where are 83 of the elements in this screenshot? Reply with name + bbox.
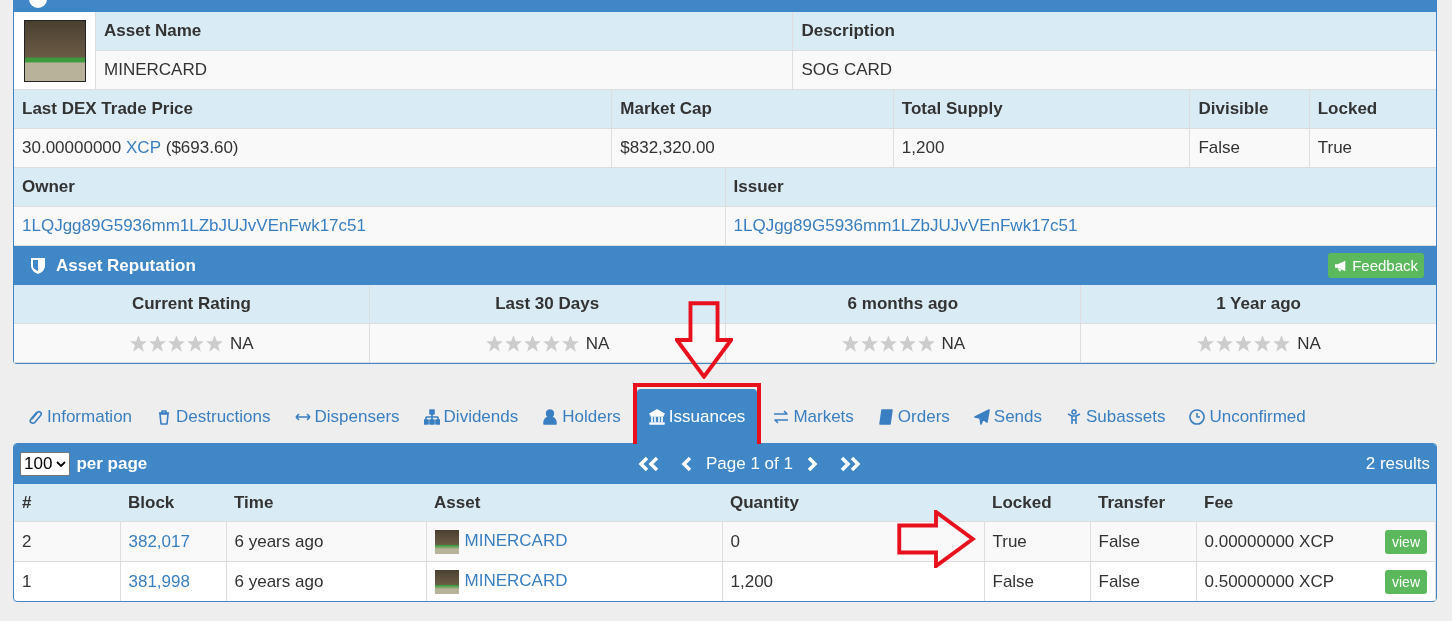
hierarchy-icon <box>423 409 440 425</box>
table-cell: False <box>1098 531 1141 551</box>
total-supply: 1,200 <box>893 129 1190 168</box>
section-title: Asset Reputation <box>56 255 196 276</box>
tab[interactable]: Information <box>15 391 145 443</box>
tab[interactable]: Dispensers <box>282 391 412 443</box>
table-cell: False <box>1098 571 1141 591</box>
tab[interactable]: Holders <box>530 391 633 443</box>
view-button[interactable]: view <box>1385 529 1427 554</box>
page-indicator: Page 1 of 1 <box>706 454 793 474</box>
column-header: Current Rating <box>14 285 369 324</box>
table-cell: 0.50000000 XCP <box>1204 571 1334 591</box>
column-header: Market Cap <box>612 90 893 129</box>
rating-value: NA <box>1297 333 1321 353</box>
asset-link[interactable]: MINERCARD <box>464 571 568 590</box>
column-header: Quantity <box>730 492 799 512</box>
table-cell: 6 years ago <box>234 571 324 591</box>
paperclip-icon <box>27 409 43 425</box>
price-usd: ($693.60) <box>165 138 239 157</box>
chevron-down-icon <box>56 461 67 467</box>
column-header: 6 months ago <box>725 285 1081 324</box>
column-header: Owner <box>14 168 725 207</box>
price-amount: 30.00000000 <box>22 138 122 157</box>
exchange-arrows-icon <box>773 409 790 425</box>
column-header: Time <box>234 492 274 512</box>
paper-plane-icon <box>973 409 990 425</box>
column-header: # <box>22 492 32 512</box>
column-header: Issuer <box>725 168 1436 207</box>
tab[interactable]: Dividends <box>411 391 531 443</box>
person-icon <box>1066 409 1082 425</box>
column-header: Divisible <box>1190 90 1309 129</box>
currency-link[interactable]: XCP <box>126 138 161 157</box>
tab[interactable]: Issuances <box>636 389 758 445</box>
divisible-value: False <box>1190 129 1309 168</box>
rating-value: NA <box>585 333 610 353</box>
column-header: Fee <box>1204 492 1234 512</box>
column-header: Last DEX Trade Price <box>14 90 612 129</box>
rating-value: NA <box>230 333 254 353</box>
table-cell: False <box>992 571 1035 591</box>
asset-name: MINERCARD <box>96 51 793 90</box>
column-header: Transfer <box>1098 492 1166 512</box>
column-header: Total Supply <box>893 90 1190 129</box>
tab[interactable]: Sends <box>961 391 1054 443</box>
asset-link[interactable]: MINERCARD <box>464 531 568 550</box>
table-cell: True <box>992 531 1027 551</box>
column-header: Block <box>128 492 175 512</box>
previous-page-icon[interactable] <box>680 456 694 472</box>
market-cap: $832,320.00 <box>612 129 893 168</box>
results-count: 2 results <box>1365 454 1430 474</box>
column-header: Locked <box>1309 90 1436 129</box>
column-header: Asset Name <box>96 12 793 51</box>
column-header: Asset <box>434 492 481 512</box>
table-cell: 0 <box>730 531 740 551</box>
column-header: Last 30 Days <box>369 285 725 324</box>
shield-icon <box>30 256 46 275</box>
block-link[interactable]: 381,998 <box>128 571 190 591</box>
view-button[interactable]: view <box>1385 569 1427 594</box>
column-header: 1 Year ago <box>1081 285 1436 324</box>
card-thumbnail <box>434 569 459 594</box>
tab[interactable]: Subassets <box>1054 391 1178 443</box>
tab[interactable]: Orders <box>865 391 962 443</box>
bank-icon <box>648 409 665 425</box>
table-cell: 6 years ago <box>234 531 324 551</box>
table-cell: 1 <box>22 571 32 591</box>
table-cell: 2 <box>22 531 32 551</box>
tab[interactable]: Markets <box>761 391 866 443</box>
column-header: Description <box>793 12 1436 51</box>
tab[interactable]: Destructions <box>144 391 283 443</box>
table-cell: 1,200 <box>730 571 774 591</box>
rating-value: NA <box>941 333 966 353</box>
book-icon <box>877 409 894 425</box>
per-page-select[interactable]: 100 <box>20 452 71 476</box>
feedback-button[interactable]: Feedback <box>1328 253 1424 278</box>
tab[interactable]: Unconfirmed <box>1177 391 1318 443</box>
locked-value: True <box>1309 129 1436 168</box>
asset-description: SOG CARD <box>793 51 1436 90</box>
clock-icon <box>1189 409 1206 425</box>
table-cell: 0.00000000 XCP <box>1204 531 1334 551</box>
column-header: Locked <box>992 492 1052 512</box>
user-icon <box>542 409 559 425</box>
per-page-label: per page <box>76 454 148 474</box>
card-thumbnail <box>23 19 86 82</box>
card-thumbnail <box>434 529 459 554</box>
